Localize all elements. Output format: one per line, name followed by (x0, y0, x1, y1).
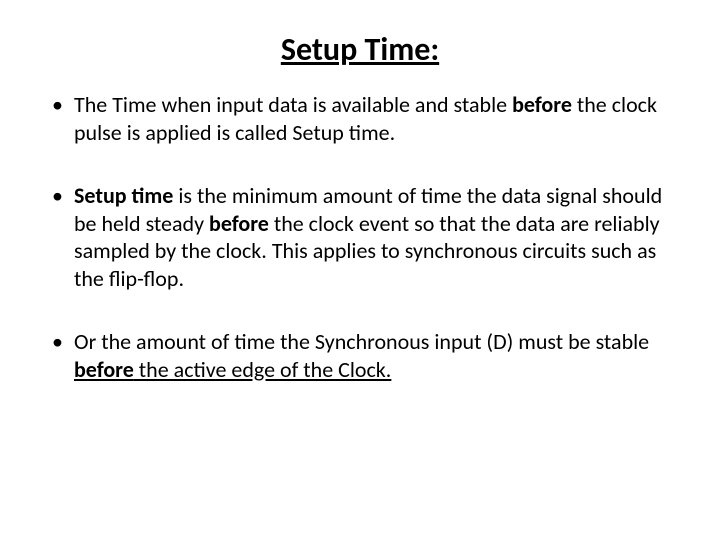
slide: Setup Time: The Time when input data is … (0, 0, 720, 540)
text: The Time when input data is available an… (74, 91, 512, 118)
bold-text: before (209, 210, 274, 237)
list-item: Setup time is the minimum amount of time… (48, 182, 672, 292)
underline-text: the active edge of the Clock. (134, 356, 392, 383)
list-item: Or the amount of time the Synchronous in… (48, 328, 672, 383)
text: Or the amount of time the Synchronous in… (74, 328, 649, 355)
bold-underline-text: before (74, 356, 134, 383)
bold-text: Setup time (74, 182, 178, 209)
list-item: The Time when input data is available an… (48, 91, 672, 146)
slide-title: Setup Time: (48, 30, 672, 69)
bold-text: before (512, 91, 577, 118)
bullet-list: The Time when input data is available an… (48, 91, 672, 383)
